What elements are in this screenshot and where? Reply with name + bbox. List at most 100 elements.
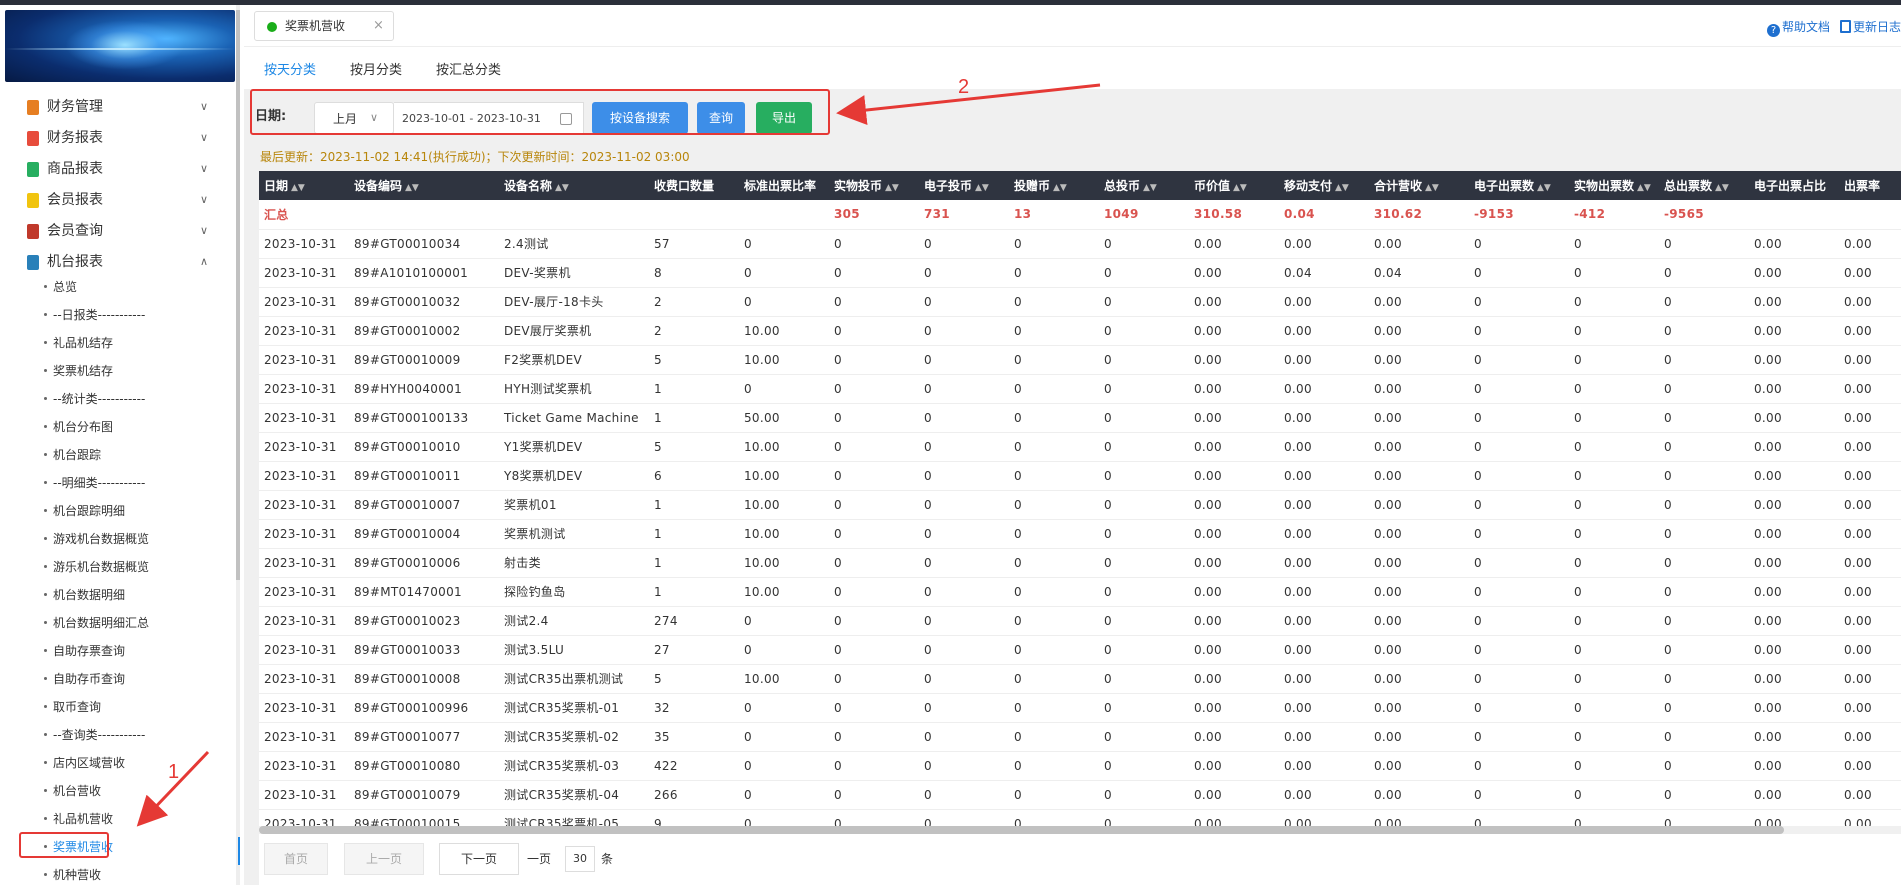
sidebar-item[interactable]: 自助存票查询 <box>44 642 125 660</box>
table-row[interactable]: 2023-10-31 89#GT00010080 测试CR35奖票机-03 422 0 0… <box>259 751 1901 780</box>
sidebar-item[interactable]: 奖票机结存 <box>44 362 113 380</box>
column-header[interactable]: 投赠币 ▲▼ <box>1009 171 1099 200</box>
sidebar-item[interactable]: 游乐机台数据概览 <box>44 558 149 576</box>
sort-icon[interactable]: ▲▼ <box>1537 183 1551 193</box>
sidebar-item[interactable]: 礼品机结存 <box>44 334 113 352</box>
column-header[interactable]: 收费口数量 <box>649 171 739 200</box>
table-row[interactable]: 2023-10-31 89#GT00010034 2.4测试 57 0 0 0 0 0 0.00 0… <box>259 229 1901 258</box>
table-row[interactable]: 2023-10-31 89#GT00010023 测试2.4 274 0 0 0 0 0 0.00… <box>259 606 1901 635</box>
sidebar-item-label: 机台营收 <box>53 784 102 798</box>
column-header[interactable]: 币价值 ▲▼ <box>1189 171 1279 200</box>
table-cell: 0.00 <box>1284 352 1312 367</box>
table-cell: 0.00 <box>1194 555 1222 570</box>
table-row[interactable]: 2023-10-31 89#GT00010032 DEV-展厅-18卡头 2 0 0 0 0 0… <box>259 287 1901 316</box>
next-page-button[interactable]: 下一页 <box>439 843 519 875</box>
sidebar-group-4[interactable]: 会员查询 ∨ <box>0 216 232 247</box>
table-row[interactable]: 2023-10-31 89#GT00010002 DEV展厅奖票机 2 10.00 0 0 0… <box>259 316 1901 345</box>
sidebar-item[interactable]: 总览 <box>44 278 77 296</box>
column-header[interactable]: 总投币 ▲▼ <box>1099 171 1189 200</box>
sidebar-group-2[interactable]: 商品报表 ∨ <box>0 154 232 185</box>
sort-icon[interactable]: ▲▼ <box>1715 183 1729 193</box>
sidebar-item[interactable]: 游戏机台数据概览 <box>44 530 149 548</box>
sidebar-item[interactable]: 机台分布图 <box>44 418 113 436</box>
sort-icon[interactable]: ▲▼ <box>975 183 989 193</box>
table-row[interactable]: 2023-10-31 89#GT00010008 测试CR35出票机测试 5 10.00… <box>259 664 1901 693</box>
table-row[interactable]: 2023-10-31 89#GT00010011 Y8奖票机DEV 6 10.00 0 0 0… <box>259 461 1901 490</box>
update-log-link[interactable]: 更新日志 <box>1853 20 1901 34</box>
column-header[interactable]: 电子投币 ▲▼ <box>919 171 1009 200</box>
table-cell: 0.00 <box>1374 758 1402 773</box>
sort-icon[interactable]: ▲▼ <box>1425 183 1439 193</box>
sort-icon[interactable]: ▲▼ <box>1143 183 1157 193</box>
column-header[interactable]: 标准出票比率 <box>739 171 829 200</box>
table-row[interactable]: 2023-10-31 89#MT01470001 探险钓鱼岛 1 10.00 0 0 0 0 0.… <box>259 577 1901 606</box>
column-header[interactable]: 总出票数 ▲▼ <box>1659 171 1749 200</box>
prev-page-button[interactable]: 上一页 <box>344 843 424 875</box>
sidebar-item[interactable]: 礼品机营收 <box>44 810 113 828</box>
sidebar: 财务管理 ∨ 财务报表 ∨ 商品报表 ∨ 会员报表 ∨ 会员查询 ∨ 机台报表 ∧ 总览 --日报类--… <box>0 5 240 885</box>
subtab-by-month[interactable]: 按月分类 <box>350 61 402 81</box>
sidebar-item[interactable]: 自助存币查询 <box>44 670 125 688</box>
help-doc-link[interactable]: 帮助文档 <box>1782 20 1830 34</box>
column-header[interactable]: 电子出票占比 <box>1749 171 1839 200</box>
column-header[interactable]: 实物出票数 ▲▼ <box>1569 171 1659 200</box>
sidebar-item[interactable]: 取币查询 <box>44 698 101 716</box>
table-cell: 89#GT00010009 <box>354 352 461 367</box>
sidebar-group-5[interactable]: 机台报表 ∧ <box>0 247 232 278</box>
table-row[interactable]: 2023-10-31 89#A1010100001 DEV-奖票机 8 0 0 0 0 0 0.0… <box>259 258 1901 287</box>
sort-icon[interactable]: ▲▼ <box>555 183 569 193</box>
horizontal-scrollbar-thumb[interactable] <box>259 826 1784 834</box>
sidebar-item[interactable]: 机台营收 <box>44 782 101 800</box>
column-header[interactable]: 设备编码 ▲▼ <box>349 171 499 200</box>
table-cell: 89#GT00010023 <box>354 613 461 628</box>
sidebar-item[interactable]: 机台数据明细汇总 <box>44 614 149 632</box>
column-header[interactable]: 移动支付 ▲▼ <box>1279 171 1369 200</box>
table-row[interactable]: 2023-10-31 89#GT00010033 测试3.5LU 27 0 0 0 0 0 0.0… <box>259 635 1901 664</box>
sort-icon[interactable]: ▲▼ <box>405 183 419 193</box>
sidebar-group-1[interactable]: 财务报表 ∨ <box>0 123 232 154</box>
table-cell: 0.00 <box>1844 526 1872 541</box>
column-header[interactable]: 电子出票数 ▲▼ <box>1469 171 1569 200</box>
first-page-button[interactable]: 首页 <box>264 843 328 875</box>
table-row[interactable]: 2023-10-31 89#GT00010077 测试CR35奖票机-02 35 0 0 0… <box>259 722 1901 751</box>
sort-icon[interactable]: ▲▼ <box>1233 183 1247 193</box>
close-icon[interactable]: × <box>373 17 384 35</box>
sidebar-item[interactable]: 店内区域营收 <box>44 754 125 772</box>
page-size-input[interactable]: 30 <box>565 846 595 872</box>
table-cell: 2023-10-31 <box>264 410 337 425</box>
sidebar-item[interactable]: 机台跟踪明细 <box>44 502 125 520</box>
table-cell: 0 <box>1664 410 1672 425</box>
subtab-by-summary[interactable]: 按汇总分类 <box>436 61 501 81</box>
sidebar-item[interactable]: 机台数据明细 <box>44 586 125 604</box>
column-header[interactable]: 日期 ▲▼ <box>259 171 349 200</box>
subtab-by-day[interactable]: 按天分类 <box>264 61 316 81</box>
chevron-icon: ∨ <box>200 131 209 144</box>
table-cell: 0 <box>1664 439 1672 454</box>
table-row[interactable]: 2023-10-31 89#GT000100996 测试CR35奖票机-01 32 0 0… <box>259 693 1901 722</box>
sort-icon[interactable]: ▲▼ <box>1335 183 1349 193</box>
tab-label: 奖票机营收 <box>285 19 346 33</box>
tab-ticket-machine-revenue[interactable]: 奖票机营收 × <box>254 11 394 41</box>
sidebar-item[interactable]: 机台跟踪 <box>44 446 101 464</box>
column-header[interactable]: 实物投币 ▲▼ <box>829 171 919 200</box>
column-header[interactable]: 合计营收 ▲▼ <box>1369 171 1469 200</box>
table-row[interactable]: 2023-10-31 89#GT00010004 奖票机测试 1 10.00 0 0 0 0 0.… <box>259 519 1901 548</box>
sidebar-group-3[interactable]: 会员报表 ∨ <box>0 185 232 216</box>
sort-icon[interactable]: ▲▼ <box>1053 183 1067 193</box>
table-row[interactable]: 2023-10-31 89#HYH0040001 HYH测试奖票机 1 0 0 0 0 0 0.0… <box>259 374 1901 403</box>
sidebar-item[interactable]: 机种营收 <box>44 866 101 884</box>
table-cell: Y1奖票机DEV <box>504 440 583 454</box>
table-row[interactable]: 2023-10-31 89#GT000100133 Ticket Game Mach… <box>259 403 1901 432</box>
sort-icon[interactable]: ▲▼ <box>291 183 305 193</box>
table-row[interactable]: 2023-10-31 89#GT00010010 Y1奖票机DEV 5 10.00 0 0 0… <box>259 432 1901 461</box>
sidebar-scrollbar-thumb[interactable] <box>236 10 240 580</box>
sort-icon[interactable]: ▲▼ <box>885 183 899 193</box>
column-header[interactable]: 出票率 <box>1839 171 1901 200</box>
table-row[interactable]: 2023-10-31 89#GT00010007 奖票机01 1 10.00 0 0 0 0 0.… <box>259 490 1901 519</box>
table-row[interactable]: 2023-10-31 89#GT00010079 测试CR35奖票机-04 266 0 0… <box>259 780 1901 809</box>
table-row[interactable]: 2023-10-31 89#GT00010006 射击类 1 10.00 0 0 0 0 0.00… <box>259 548 1901 577</box>
table-row[interactable]: 2023-10-31 89#GT00010009 F2奖票机DEV 5 10.00 0 0 0… <box>259 345 1901 374</box>
sidebar-group-0[interactable]: 财务管理 ∨ <box>0 92 232 123</box>
sort-icon[interactable]: ▲▼ <box>1637 183 1651 193</box>
column-header[interactable]: 设备名称 ▲▼ <box>499 171 649 200</box>
